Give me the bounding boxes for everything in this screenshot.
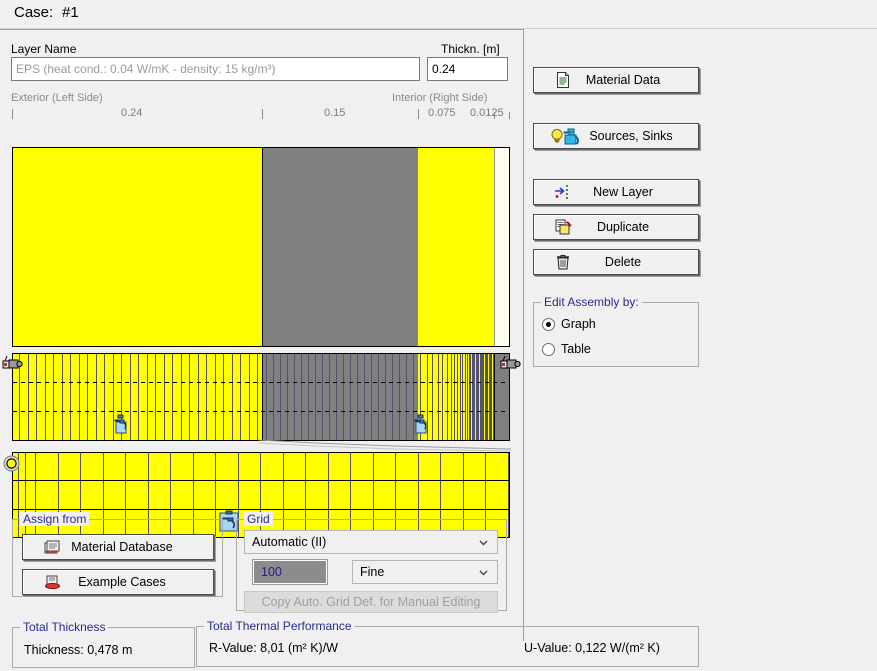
total-thermal-performance-title: Total Thermal Performance [204,619,355,633]
copy-auto-grid-button[interactable]: Copy Auto. Grid Def. for Manual Editing [244,591,498,613]
strip-hline-2 [13,509,509,510]
thickness-input[interactable] [427,57,508,81]
dim-tick-1 [262,109,263,119]
layer-block-2[interactable] [418,148,494,346]
sources-sinks-button[interactable]: Sources, Sinks [533,123,699,149]
material-database-button[interactable]: Material Database [22,534,214,560]
mesh-zone-1 [262,354,418,440]
edit-assembly-option-table-label: Table [561,342,591,356]
delete-button[interactable]: Delete [533,249,699,275]
case-header: Case: #1 [0,0,877,28]
mesh-divider-2 [494,354,495,440]
grid-count-value: 100 [261,565,282,579]
chevron-down-icon-grid-quality [478,567,489,578]
camera-sensor-icon-right[interactable] [499,355,521,373]
mesh-hline-2 [13,411,509,412]
layer-name-label: Layer Name [11,42,76,56]
dim-tick-4 [509,112,510,119]
radio-graph-icon[interactable] [542,318,555,331]
edit-assembly-title: Edit Assembly by: [541,295,642,309]
example-cases-icon [39,574,65,590]
assembly-panel: Layer Name Thickn. [m] Exterior (Left Si… [0,29,524,641]
dim-tick-2 [418,109,419,119]
camera-sensor-icon-left[interactable] [1,355,23,373]
layer-dim-3: 0.0125 [470,107,504,119]
layer-dim-2: 0.075 [428,107,456,119]
layer-dim-1: 0.15 [324,107,345,119]
edit-assembly-option-graph[interactable]: Graph [542,317,596,331]
assign-from-title: Assign from [20,512,89,526]
case-value: #1 [62,4,79,21]
total-thickness-title: Total Thickness [20,620,108,634]
layer-name-input[interactable] [11,57,420,81]
grid-quality-value: Fine [360,565,384,579]
grid-quality-select[interactable]: Fine [352,560,498,584]
bulb-faucet-icon [550,128,584,145]
grid-mode-value: Automatic (II) [252,535,326,549]
grid-count-input[interactable]: 100 [253,560,327,584]
r-value-text: R-Value: 8,01 (m² K)/W [209,641,338,655]
layer-block-0[interactable] [13,148,262,346]
new-layer-icon [550,184,576,200]
grid-mode-select[interactable]: Automatic (II) [244,530,498,554]
duplicate-button[interactable]: Duplicate [533,214,699,240]
new-layer-button[interactable]: New Layer [533,179,699,205]
material-data-button-label: Material Data [576,73,698,87]
radio-table-icon[interactable] [542,343,555,356]
new-layer-button-label: New Layer [576,185,698,199]
layer-dim-0: 0.24 [121,107,142,119]
origin-marker-icon[interactable] [3,455,20,472]
example-cases-button-label: Example Cases [65,575,213,589]
edit-assembly-option-table[interactable]: Table [542,342,591,356]
app-window: Case: #1 Layer Name Thickn. [m] Exterior… [0,0,877,671]
database-stack-icon [39,539,65,555]
material-data-button[interactable]: Material Data [533,67,699,93]
sources-sinks-button-label: Sources, Sinks [584,129,698,143]
copy-auto-grid-button-label: Copy Auto. Grid Def. for Manual Editing [262,595,481,609]
duplicate-button-label: Duplicate [576,220,698,234]
delete-button-label: Delete [576,255,698,269]
total-thickness-value: Thickness: 0,478 m [24,643,132,657]
u-value-text: U-Value: 0,122 W/(m² K) [524,641,660,655]
material-database-button-label: Material Database [65,540,213,554]
edit-assembly-group: Edit Assembly by: [533,302,699,367]
assembly-graph-layers[interactable] [12,147,510,347]
dim-tick-3 [494,112,495,119]
assembly-graph-mesh[interactable] [12,353,510,441]
interior-side-label: Interior (Right Side) [392,92,487,104]
grid-title: Grid [244,512,273,526]
layer-block-1[interactable] [263,148,418,346]
duplicate-icon [550,219,576,235]
dim-tick-0 [12,109,13,119]
example-cases-button[interactable]: Example Cases [22,569,214,595]
thickness-label: Thickn. [m] [441,42,500,56]
faucet-source-icon-2[interactable] [412,412,430,434]
faucet-source-icon-1[interactable] [112,412,130,434]
mesh-divider-0 [262,354,263,440]
edit-assembly-option-graph-label: Graph [561,317,596,331]
mesh-hline-1 [13,382,509,383]
perspective-connector [255,438,511,452]
strip-hline-1 [13,480,509,481]
case-label: Case: [14,4,53,21]
exterior-side-label: Exterior (Left Side) [11,92,103,104]
chevron-down-icon-grid-mode [478,537,489,548]
layer-block-3[interactable] [495,148,510,346]
document-icon [550,72,576,88]
trash-icon [550,254,576,270]
